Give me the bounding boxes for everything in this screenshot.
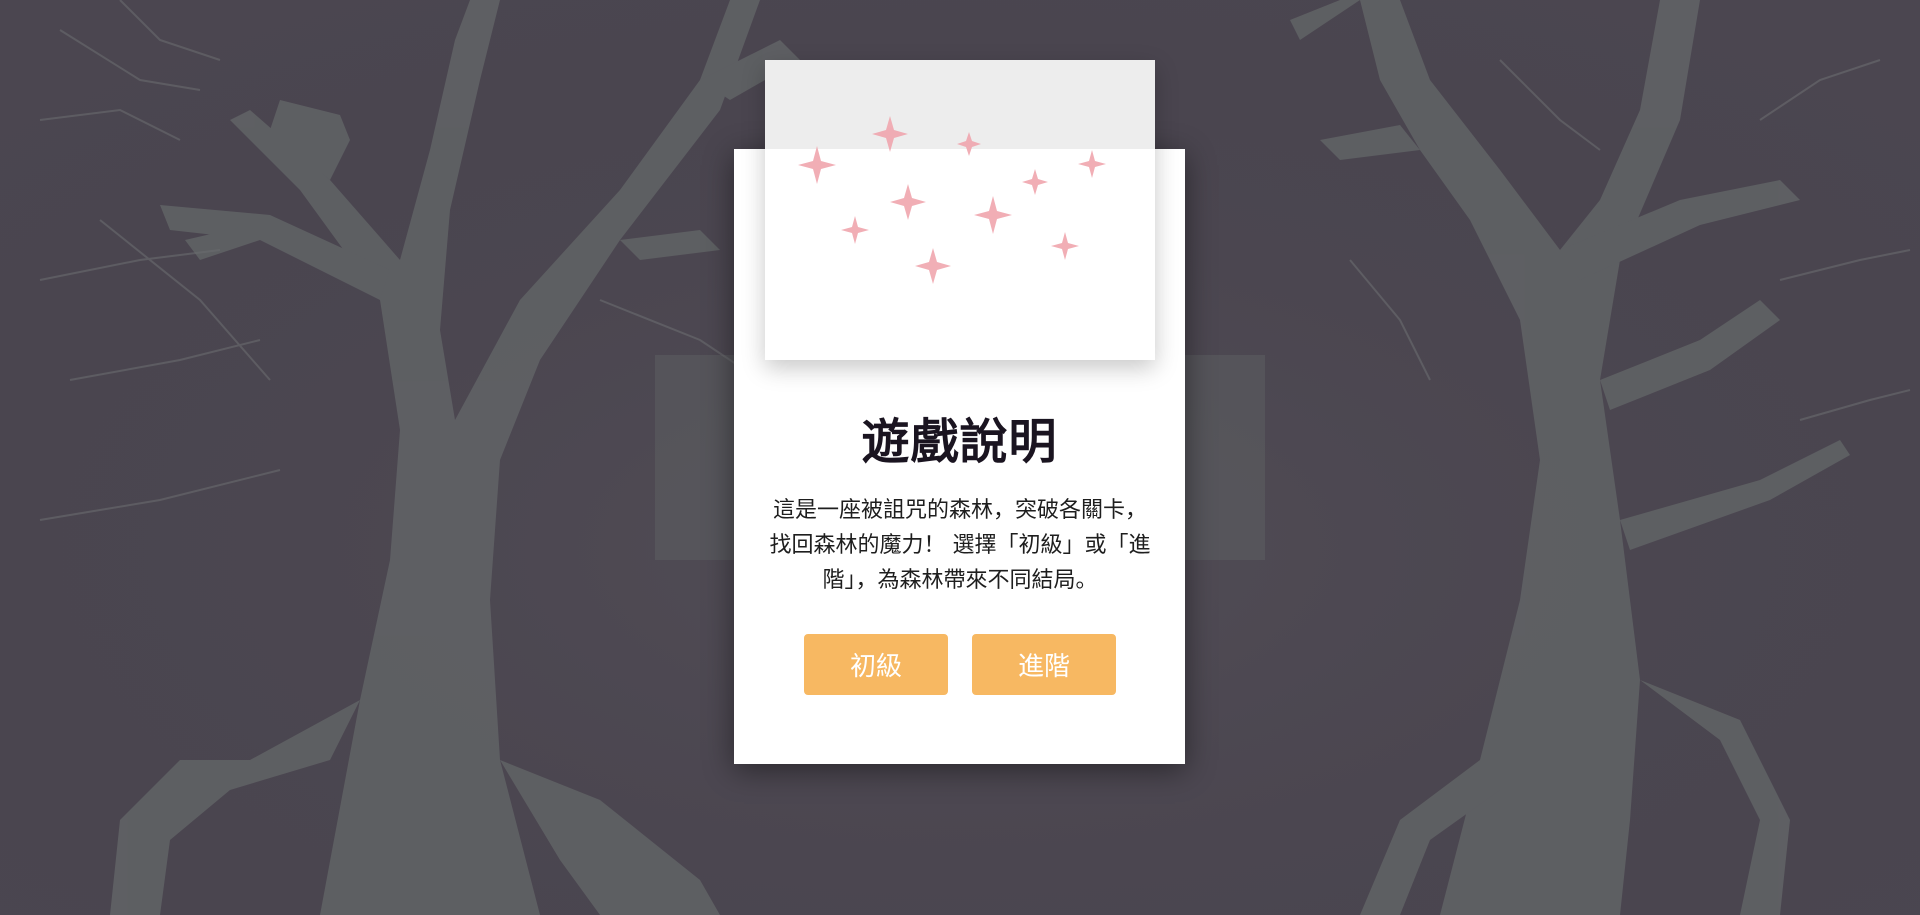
modal-description: 這是一座被詛咒的森林，突破各關卡，找回森林的魔力！ 選擇「初級」或「進階」，為森… [769,498,1151,593]
modal-title: 遊戲說明 [861,414,1058,470]
modal-illustration [765,60,1155,360]
advanced-button[interactable]: 進階 [972,634,1116,695]
beginner-button[interactable]: 初級 [804,634,948,695]
pink-sparkles-icon [798,116,1106,284]
